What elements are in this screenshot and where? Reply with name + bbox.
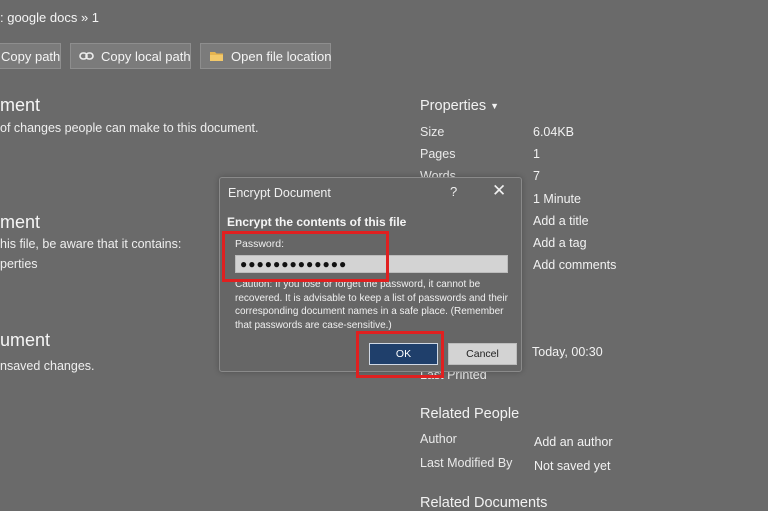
last-modified-value: Not saved yet <box>534 459 611 473</box>
section-title-manage: ument <box>0 330 51 350</box>
encrypt-document-dialog: Encrypt Document ? ✕ Encrypt the content… <box>219 177 522 372</box>
properties-header-label: Properties <box>420 98 487 114</box>
copy-path-button[interactable]: Copy path <box>0 43 61 69</box>
properties-header[interactable]: Properties ▼ <box>420 98 499 114</box>
section-title-inspect: ment <box>0 212 41 232</box>
breadcrumb: : google docs » 1 <box>0 10 100 25</box>
open-file-location-button[interactable]: Open file location <box>200 43 331 69</box>
prop-value-editing-time: 1 Minute <box>533 192 581 206</box>
section-text-manage: nsaved changes. <box>0 359 95 373</box>
section-title-protect: ment <box>0 95 41 115</box>
help-icon[interactable]: ? <box>450 184 457 199</box>
prop-value-tags[interactable]: Add a tag <box>533 236 587 250</box>
last-modified-label: Last Modified By <box>420 456 513 470</box>
caution-text: Caution: If you lose or forget the passw… <box>235 279 508 331</box>
section-text-inspect: his file, be aware that it contains: <box>0 237 182 251</box>
chevron-down-icon: ▼ <box>490 101 500 111</box>
link-icon <box>79 50 94 62</box>
cancel-button-label: Cancel <box>466 348 499 360</box>
prop-value-created-date: Today, 00:30 <box>532 345 603 359</box>
section-text-protect: of changes people can make to this docum… <box>0 121 259 135</box>
prop-value-words: 7 <box>533 169 540 183</box>
author-value[interactable]: Add an author <box>534 435 613 449</box>
prop-label-size: Size <box>420 125 445 139</box>
open-file-location-label: Open file location <box>231 48 332 64</box>
ok-button-label: OK <box>395 348 412 360</box>
prop-value-comments[interactable]: Add comments <box>533 258 616 272</box>
cancel-button[interactable]: Cancel <box>448 343 517 365</box>
author-label: Author <box>420 432 457 446</box>
dialog-heading: Encrypt the contents of this file <box>227 215 407 229</box>
prop-value-pages: 1 <box>533 147 540 161</box>
password-input[interactable]: ●●●●●●●●●●●●● <box>235 255 508 273</box>
folder-icon <box>209 50 224 62</box>
close-icon[interactable]: ✕ <box>492 181 506 201</box>
password-label: Password: <box>235 238 285 250</box>
prop-label-pages: Pages <box>420 147 456 161</box>
prop-value-title[interactable]: Add a title <box>533 214 589 228</box>
ok-button[interactable]: OK <box>369 343 438 365</box>
copy-local-path-button[interactable]: Copy local path <box>70 43 191 69</box>
copy-path-label: Copy path <box>1 48 61 64</box>
copy-local-path-label: Copy local path <box>101 48 191 64</box>
dialog-title: Encrypt Document <box>228 186 331 200</box>
prop-value-size: 6.04KB <box>533 125 575 139</box>
related-people-header: Related People <box>420 406 520 422</box>
section-text-inspect-properties: perties <box>0 257 38 271</box>
